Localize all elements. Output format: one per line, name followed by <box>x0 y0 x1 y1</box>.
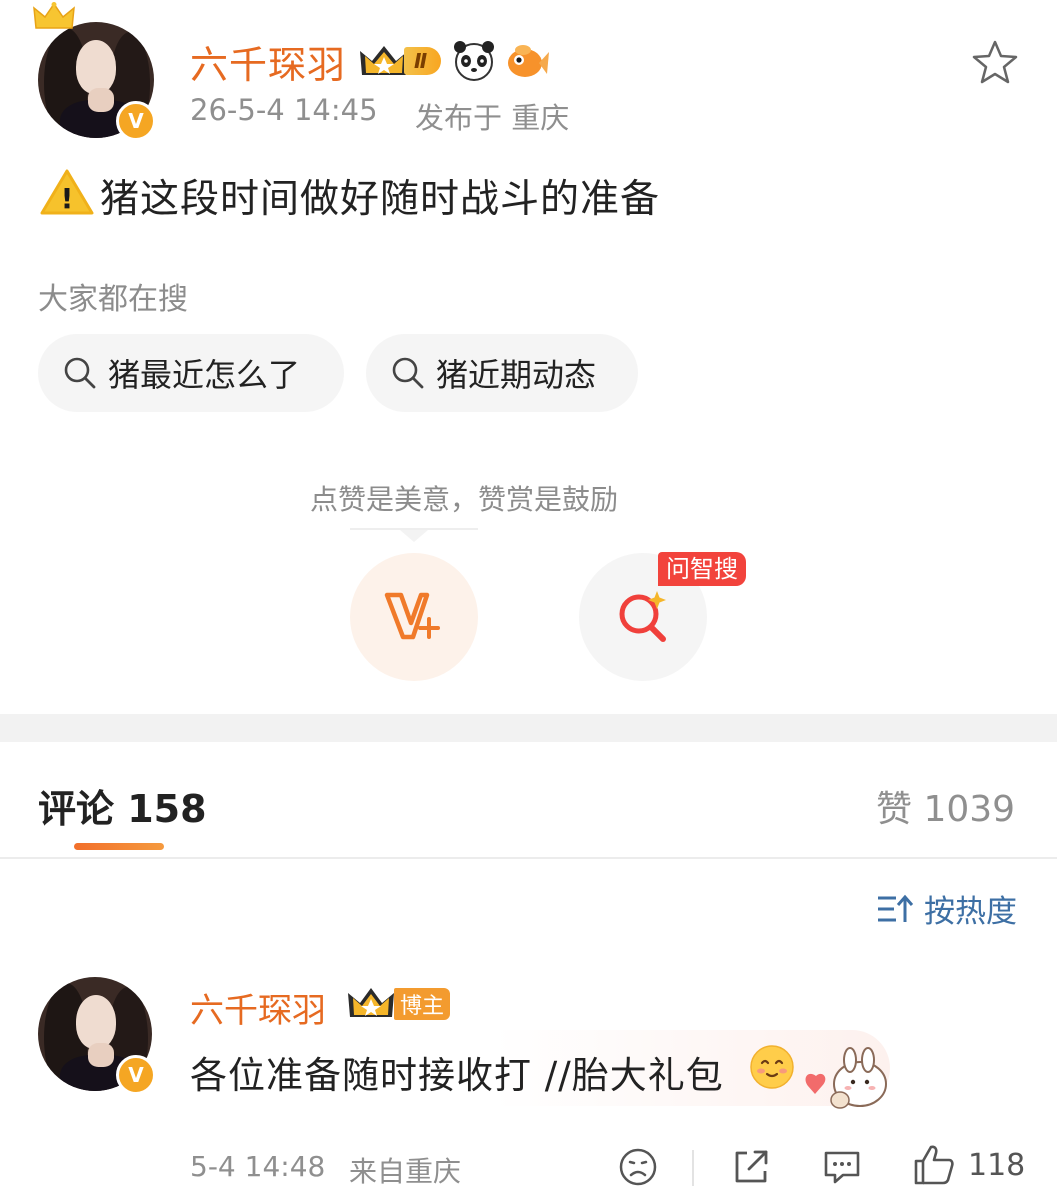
header-divider <box>0 857 1057 859</box>
blush-smile-emoji-icon <box>750 1045 794 1089</box>
comment-like-count: 118 <box>968 1148 1026 1183</box>
search-chip[interactable]: 猪近期动态 <box>366 334 638 412</box>
favorite-star-icon[interactable] <box>971 38 1019 86</box>
smart-search-icon <box>619 591 666 642</box>
crown-icon <box>33 2 75 29</box>
crown-badge-icon <box>348 988 394 1017</box>
action-separator <box>692 1150 694 1186</box>
sort-icon <box>878 894 914 922</box>
comment-text: 各位准备随时接收打 //胎大礼包 <box>190 1054 724 1097</box>
post-text: 猪这段时间做好随时战斗的准备 <box>100 177 661 222</box>
tab-comments[interactable]: 评论 158 <box>38 778 207 833</box>
warning-icon: ! <box>40 169 94 215</box>
post-author-name[interactable]: 六千琛羽 <box>190 34 346 89</box>
bunny-sticker-icon <box>805 1047 887 1109</box>
verified-badge-icon: V <box>116 101 156 141</box>
sort-by-hot-button[interactable]: 按热度 <box>876 886 1017 931</box>
post-timestamp: 26-5-4 14:45 <box>190 93 378 127</box>
like-thumb-icon[interactable] <box>912 1143 956 1187</box>
search-icon <box>64 357 96 389</box>
reply-comment-icon[interactable] <box>821 1147 863 1187</box>
svg-text:!: ! <box>61 182 74 215</box>
author-host-tag: 博主 <box>394 988 451 1020</box>
reward-button[interactable] <box>350 553 478 681</box>
crown-badge-icon <box>360 46 408 75</box>
goldfish-badge-icon <box>508 45 550 77</box>
tab-active-indicator <box>74 843 164 850</box>
comment-source: 来自重庆 <box>349 1155 462 1188</box>
comment-timestamp: 5-4 14:48 <box>190 1150 326 1183</box>
sort-label: 按热度 <box>924 894 1017 930</box>
search-chip-label: 猪近期动态 <box>436 356 597 394</box>
reward-tip-text: 点赞是美意，赞赏是鼓励 <box>310 483 619 516</box>
tip-pointer <box>400 530 428 542</box>
tab-likes[interactable]: 赞 1039 <box>876 780 1015 832</box>
post-location: 发布于 重庆 <box>415 101 570 135</box>
verified-badge-icon: V <box>116 1055 156 1095</box>
dislike-face-icon[interactable] <box>618 1147 658 1187</box>
level-number: Ⅱ <box>404 47 442 75</box>
search-icon <box>392 357 424 389</box>
panda-badge-icon <box>454 41 495 81</box>
share-icon[interactable] <box>731 1147 771 1187</box>
section-separator <box>0 714 1057 742</box>
trending-search-label: 大家都在搜 <box>38 282 188 317</box>
reward-v-plus-icon <box>384 592 440 640</box>
member-level-badge[interactable]: Ⅱ <box>358 38 550 84</box>
ask-search-tag: 问智搜 <box>658 552 746 586</box>
search-chip[interactable]: 猪最近怎么了 <box>38 334 344 412</box>
search-chip-label: 猪最近怎么了 <box>108 356 301 394</box>
comment-author-name[interactable]: 六千琛羽 <box>190 983 326 1032</box>
